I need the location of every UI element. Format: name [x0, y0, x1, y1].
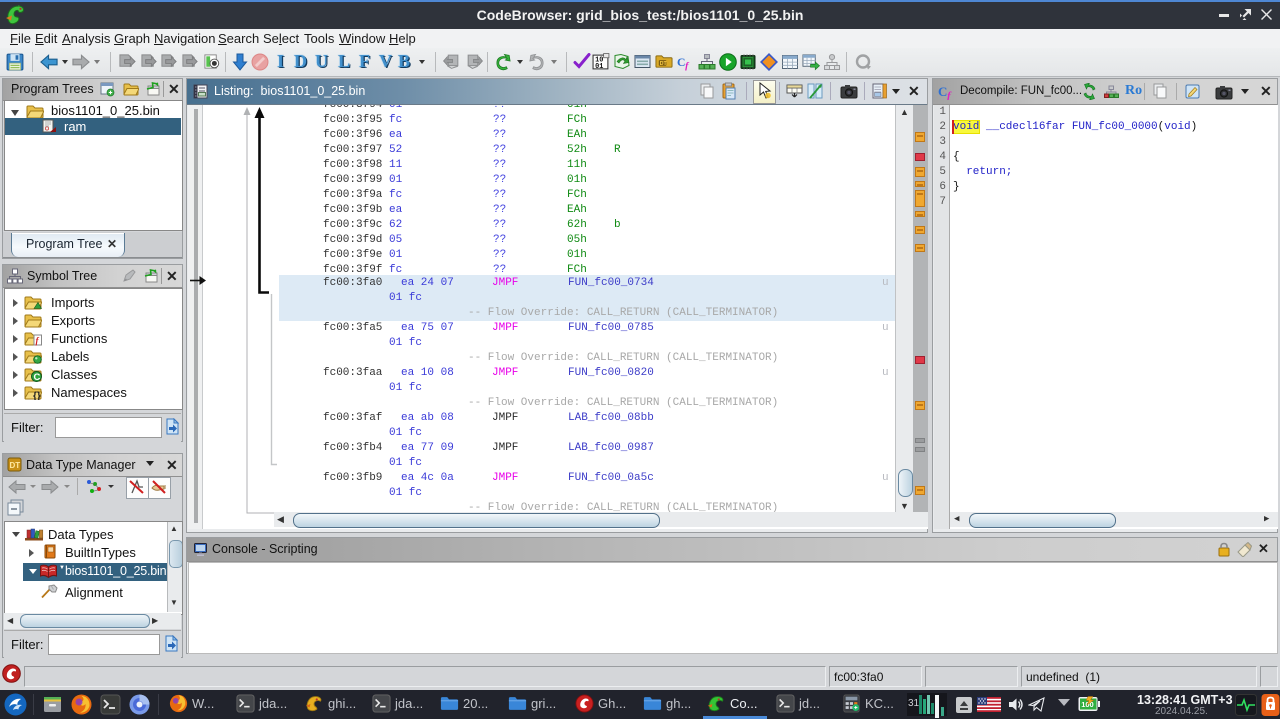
svg-text:C: C	[938, 84, 947, 99]
svg-text:f: f	[947, 90, 952, 100]
svg-text:{}: {}	[33, 391, 41, 400]
svg-text:C: C	[34, 372, 41, 382]
svg-text:DT: DT	[660, 61, 668, 67]
svg-text:DT: DT	[10, 461, 21, 470]
svg-text:01: 01	[595, 63, 603, 71]
svg-text:f: f	[685, 61, 690, 71]
svg-text:C: C	[677, 56, 685, 69]
